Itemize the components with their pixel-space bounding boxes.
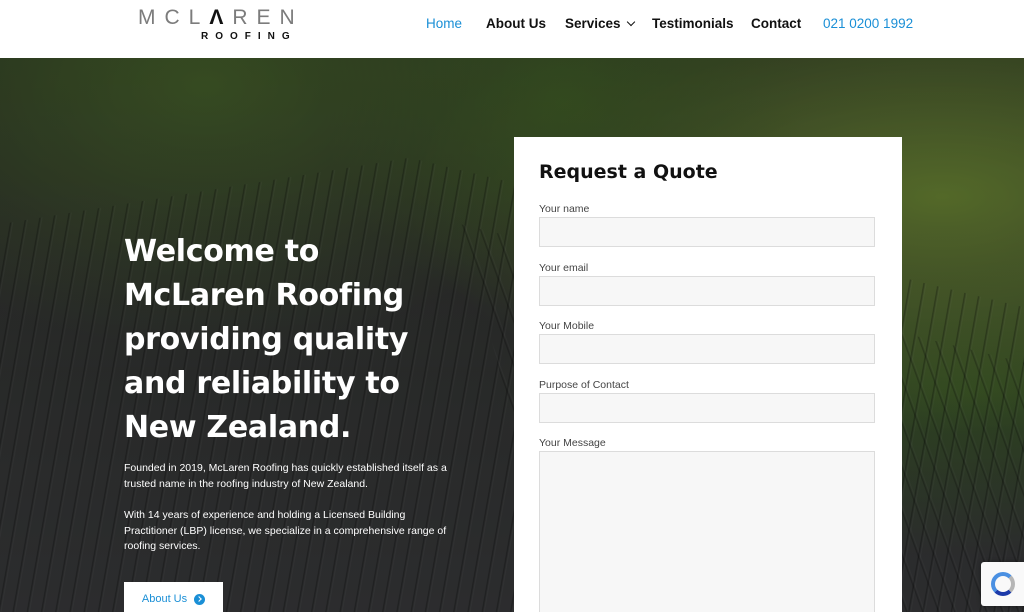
site-header: MCLΛREN ROOFING Home About Us Services T… (0, 0, 1024, 58)
nav-contact[interactable]: Contact (751, 16, 801, 31)
quote-form-title: Request a Quote (539, 161, 718, 183)
arrow-right-circle-icon (194, 593, 206, 605)
mobile-field[interactable] (539, 334, 875, 364)
hero-paragraph-2: With 14 years of experience and holding … (124, 509, 447, 552)
purpose-field[interactable] (539, 393, 875, 423)
recaptcha-badge[interactable] (981, 562, 1024, 606)
nav-testimonials[interactable]: Testimonials (652, 16, 734, 31)
recaptcha-icon (990, 572, 1015, 596)
message-field[interactable] (539, 451, 875, 612)
nav-services[interactable]: Services (565, 16, 635, 31)
chevron-down-icon (626, 17, 635, 27)
nav-home[interactable]: Home (426, 16, 462, 31)
nav-phone-link[interactable]: 021 0200 1992 (823, 16, 913, 31)
about-us-button-label: About Us (141, 593, 188, 605)
hero-section: Welcome to McLaren Roofing providing qua… (0, 58, 1024, 612)
name-field[interactable] (539, 217, 875, 247)
quote-form-card: Request a Quote Your name Your email You… (514, 137, 902, 612)
site-logo[interactable]: MCLΛREN ROOFING (138, 6, 373, 46)
purpose-label: Purpose of Contact (539, 379, 629, 391)
mobile-label: Your Mobile (539, 320, 595, 332)
email-field[interactable] (539, 276, 875, 306)
nav-services-label: Services (565, 16, 621, 31)
email-label: Your email (539, 262, 589, 274)
message-label: Your Message (539, 437, 606, 449)
name-label: Your name (539, 203, 590, 215)
hero-paragraph-1: Founded in 2019, McLaren Roofing has qui… (124, 462, 447, 490)
about-us-button[interactable]: About Us (124, 582, 223, 612)
hero-title: Welcome to McLaren Roofing providing qua… (124, 234, 409, 445)
logo-wordmark: MCLΛREN (138, 6, 304, 29)
logo-subtitle: ROOFING (201, 31, 297, 42)
nav-about-us[interactable]: About Us (486, 16, 546, 31)
